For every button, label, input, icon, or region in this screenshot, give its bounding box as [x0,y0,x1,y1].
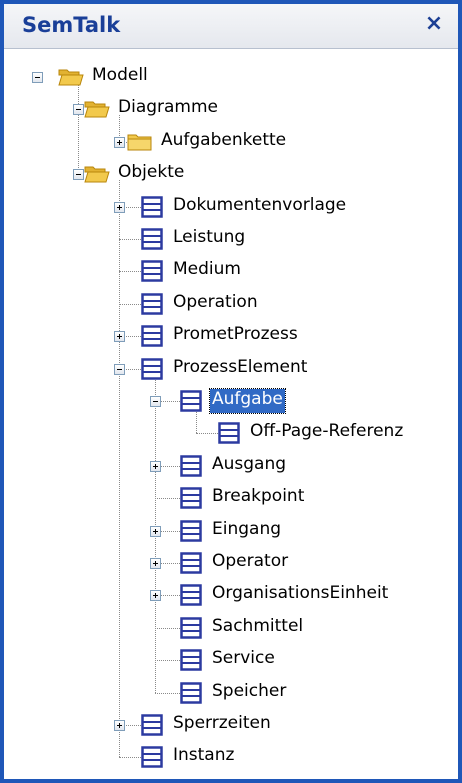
tree-node-label[interactable]: OrganisationsEinheit [210,583,390,607]
tree-node-label[interactable]: Operation [171,292,260,316]
tree-node-label[interactable]: Aufgabe [209,388,286,414]
expand-plus-icon[interactable] [150,590,161,601]
class-icon [180,455,202,477]
expand-plus-icon[interactable] [114,137,125,148]
tree-connector-line [119,239,141,240]
expand-plus-icon[interactable] [150,461,161,472]
class-icon [141,228,163,250]
class-icon [180,584,202,606]
model-tree: Modell Diagramme Aufgabenkette Objekte Dokum… [4,48,458,779]
class-icon [180,552,202,574]
tree-node-label[interactable]: Sperrzeiten [171,713,273,737]
collapse-minus-icon[interactable] [73,104,84,115]
class-icon [180,390,202,412]
tree-node-label[interactable]: Ausgang [210,454,288,478]
tree-connector-line [155,660,180,661]
class-icon [141,325,163,347]
class-icon [180,487,202,509]
class-icon [141,746,163,768]
tree-connector-line [78,83,79,174]
class-icon [141,196,163,218]
tree-node-label[interactable]: Leistung [171,227,247,251]
class-icon [180,649,202,671]
tree-node-label[interactable]: Modell [90,65,150,89]
class-icon [141,260,163,282]
collapse-minus-icon[interactable] [73,169,84,180]
folder-open-icon [58,69,84,86]
tree-node-label[interactable]: PrometProzess [171,324,300,348]
tree-node-label[interactable]: Dokumentenvorlage [171,195,348,219]
tree-node-label[interactable]: Aufgabenkette [159,130,288,154]
panel-titlebar: SemTalk × [4,4,458,49]
folder-open-icon [84,101,110,118]
tree-node-label[interactable]: Service [210,648,277,672]
tree-node-label[interactable]: Operator [210,551,290,575]
tree-connector-line [155,498,180,499]
expand-plus-icon[interactable] [114,331,125,342]
collapse-minus-icon[interactable] [32,72,43,83]
tree-node-label[interactable]: Eingang [210,519,283,543]
collapse-minus-icon[interactable] [114,364,125,375]
folder-closed-icon [127,134,152,151]
tree-node-label[interactable]: Medium [171,259,243,283]
tree-connector-line [119,304,141,305]
tree-node-label[interactable]: ProzessElement [171,357,309,381]
tree-node-label[interactable]: Sachmittel [210,616,305,640]
tree-connector-line [119,180,120,757]
tree-connector-line [196,433,218,434]
tree-node-label[interactable]: Off-Page-Referenz [248,421,405,445]
tree-node-label[interactable]: Diagramme [116,97,220,121]
semtalk-panel: SemTalk × Modell Diagramme Aufgabenkette Ob… [0,0,462,783]
expand-plus-icon[interactable] [114,202,125,213]
folder-open-icon [84,166,110,183]
expand-plus-icon[interactable] [150,526,161,537]
collapse-minus-icon[interactable] [150,396,161,407]
tree-connector-line [155,628,180,629]
class-icon [180,682,202,704]
class-icon [180,520,202,542]
expand-plus-icon[interactable] [114,720,125,731]
tree-node-label[interactable]: Objekte [116,162,186,186]
class-icon [218,422,240,444]
tree-connector-line [119,757,141,758]
tree-node-label[interactable]: Speicher [210,681,288,705]
tree-connector-line [155,693,180,694]
tree-node-label[interactable]: Instanz [171,745,236,769]
panel-title: SemTalk [22,13,121,37]
class-icon [141,714,163,736]
class-icon [180,617,202,639]
tree-node-label[interactable]: Breakpoint [210,486,306,510]
class-icon [141,293,163,315]
tree-connector-line [119,271,141,272]
close-icon[interactable]: × [420,9,448,39]
expand-plus-icon[interactable] [150,558,161,569]
class-icon [141,358,163,380]
